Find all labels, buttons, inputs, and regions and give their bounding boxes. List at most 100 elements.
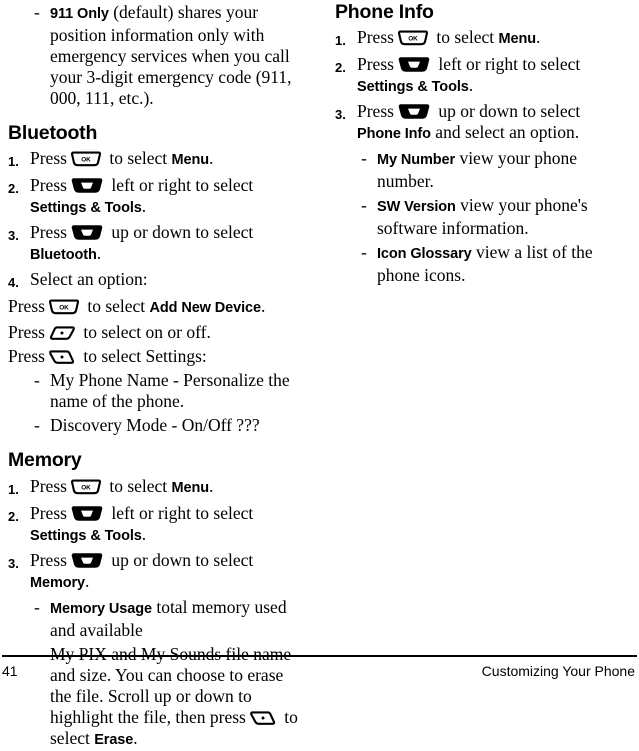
step-text-post: .: [209, 148, 214, 169]
option-text-post: .: [260, 296, 266, 317]
dash-bullet: -: [361, 242, 367, 263]
step-text-mid: to select: [104, 475, 172, 496]
dash-bullet: -: [34, 415, 40, 436]
running-title: Customizing Your Phone: [481, 663, 635, 679]
term-erase: Erase: [94, 731, 134, 748]
step-number: 3.: [8, 228, 19, 244]
step-text-post: .: [209, 475, 214, 496]
step-text-post: .: [536, 27, 541, 48]
dash-bullet: -: [361, 195, 367, 216]
step-text-mid: to select: [431, 27, 499, 48]
dash-bullet: -: [34, 370, 40, 391]
heading-phone-info: Phone Info: [335, 1, 434, 23]
navigation-key-icon: [70, 177, 104, 194]
list-item-text: Icon Glossary view a list of the phone i…: [377, 242, 628, 286]
step-bluetooth-3: 3. Press up or down to select Bluetooth.: [8, 222, 309, 266]
footer-divider: [2, 655, 637, 657]
step-text-post: .: [85, 570, 90, 591]
list-item-icon-glossary: - Icon Glossary view a list of the phone…: [357, 242, 628, 286]
term-settings-tools: Settings & Tools: [30, 200, 142, 217]
step-number: 3.: [8, 555, 19, 571]
left-column: - 911 Only (default) shares your positio…: [0, 2, 319, 748]
step-text: Press OK to select Menu.: [357, 27, 628, 50]
list-item-text: My Number view your phone number.: [377, 148, 628, 192]
step-number: 4.: [8, 275, 19, 291]
right-soft-key-icon: [48, 349, 76, 365]
step-text-pre: Press: [30, 222, 67, 243]
step-text-pre: Press: [30, 502, 67, 523]
dash-bullet: -: [34, 596, 40, 617]
step-text-pre: Press: [357, 54, 394, 75]
term-memory-usage: Memory Usage: [50, 600, 152, 617]
term-bluetooth: Bluetooth: [30, 247, 97, 264]
step-number: 3.: [335, 107, 346, 123]
term-memory: Memory: [30, 574, 85, 591]
step-text: Press up or down to select Phone Info an…: [357, 101, 628, 145]
heading-bluetooth: Bluetooth: [8, 122, 98, 144]
step-memory-1: 1. Press OK to select Menu.: [8, 476, 309, 500]
step-text-post: .: [468, 75, 474, 96]
step-bluetooth-2: 2. Press left or right to select Setting…: [8, 175, 309, 219]
step-text-post: .: [96, 243, 102, 264]
option-text-mid: to select on or off.: [78, 322, 211, 343]
step-number: 2.: [8, 508, 19, 524]
term-settings-tools: Settings & Tools: [357, 79, 469, 96]
svg-text:OK: OK: [81, 484, 91, 491]
option-text-pre: Press: [8, 322, 45, 343]
option-text-mid: to select Settings:: [78, 346, 207, 367]
step-number: 2.: [8, 181, 19, 197]
pix-text-after: .: [133, 727, 138, 748]
step-text-pre: Press: [357, 27, 394, 48]
step-text-pre: Select an option:: [30, 269, 148, 290]
list-item-memory-usage: - Memory Usage total memory used and ava…: [30, 597, 309, 641]
step-phone-info-2: 2. Press left or right to select Setting…: [335, 54, 628, 98]
option-line-add-new-device: Press OK to select Add New Device.: [8, 296, 309, 319]
dash-bullet: -: [34, 2, 40, 22]
list-item-sw-version: - SW Version view your phone's software …: [357, 195, 628, 239]
svg-text:OK: OK: [81, 157, 91, 164]
svg-text:OK: OK: [408, 36, 418, 43]
option-line-on-off: Press to select on or off.: [8, 322, 309, 343]
term-menu: Menu: [171, 152, 210, 169]
option-text-mid: to select: [82, 296, 150, 317]
step-number: 1.: [8, 481, 19, 497]
term-sw-version: SW Version: [377, 199, 456, 216]
manual-page: - 911 Only (default) shares your positio…: [0, 0, 639, 748]
step-text: Press left or right to select Settings &…: [357, 54, 628, 98]
step-text-pre: Press: [30, 549, 67, 570]
step-text-mid: left or right to select: [106, 175, 254, 196]
step-number: 2.: [335, 60, 346, 76]
ok-key-icon: OK: [48, 299, 80, 315]
navigation-key-icon: [70, 224, 104, 241]
navigation-key-icon: [397, 103, 431, 120]
right-soft-key-icon: [249, 710, 277, 726]
step-text: Press OK to select Menu.: [30, 148, 309, 171]
step-text-mid: left or right to select: [433, 54, 581, 75]
option-text-pre: Press: [8, 346, 45, 367]
dash-bullet: -: [361, 148, 367, 169]
term-settings-tools: Settings & Tools: [30, 527, 142, 544]
ok-key-icon: OK: [70, 151, 102, 167]
two-column-body: - 911 Only (default) shares your positio…: [0, 0, 639, 748]
option-text-pre: Press: [8, 296, 45, 317]
step-text-pre: Press: [30, 475, 67, 496]
step-text-pre: Press: [30, 175, 67, 196]
right-column: Phone Info 1. Press OK to select Menu. 2.…: [319, 1, 638, 655]
step-text: Press up or down to select Bluetooth.: [30, 222, 309, 266]
step-text-pre: Press: [30, 148, 67, 169]
step-text-mid: up or down to select: [106, 549, 254, 570]
step-number: 1.: [335, 33, 346, 49]
term-add-new-device: Add New Device: [149, 300, 262, 317]
list-item-text: SW Version view your phone's software in…: [377, 195, 628, 239]
step-text-post: .: [141, 523, 147, 544]
step-memory-2: 2. Press left or right to select Setting…: [8, 503, 309, 547]
step-text-post: .: [141, 196, 147, 217]
navigation-key-icon: [70, 552, 104, 569]
list-item-911-only: - 911 Only (default) shares your positio…: [30, 2, 309, 109]
page-footer: 41 Customizing Your Phone: [0, 655, 639, 690]
left-soft-key-icon: [48, 325, 76, 341]
step-memory-3: 3. Press up or down to select Memory.: [8, 550, 309, 594]
ok-key-icon: OK: [397, 30, 429, 46]
list-item-my-phone-name: - My Phone Name - Personalize the name o…: [30, 370, 309, 412]
term-menu: Menu: [498, 31, 537, 48]
